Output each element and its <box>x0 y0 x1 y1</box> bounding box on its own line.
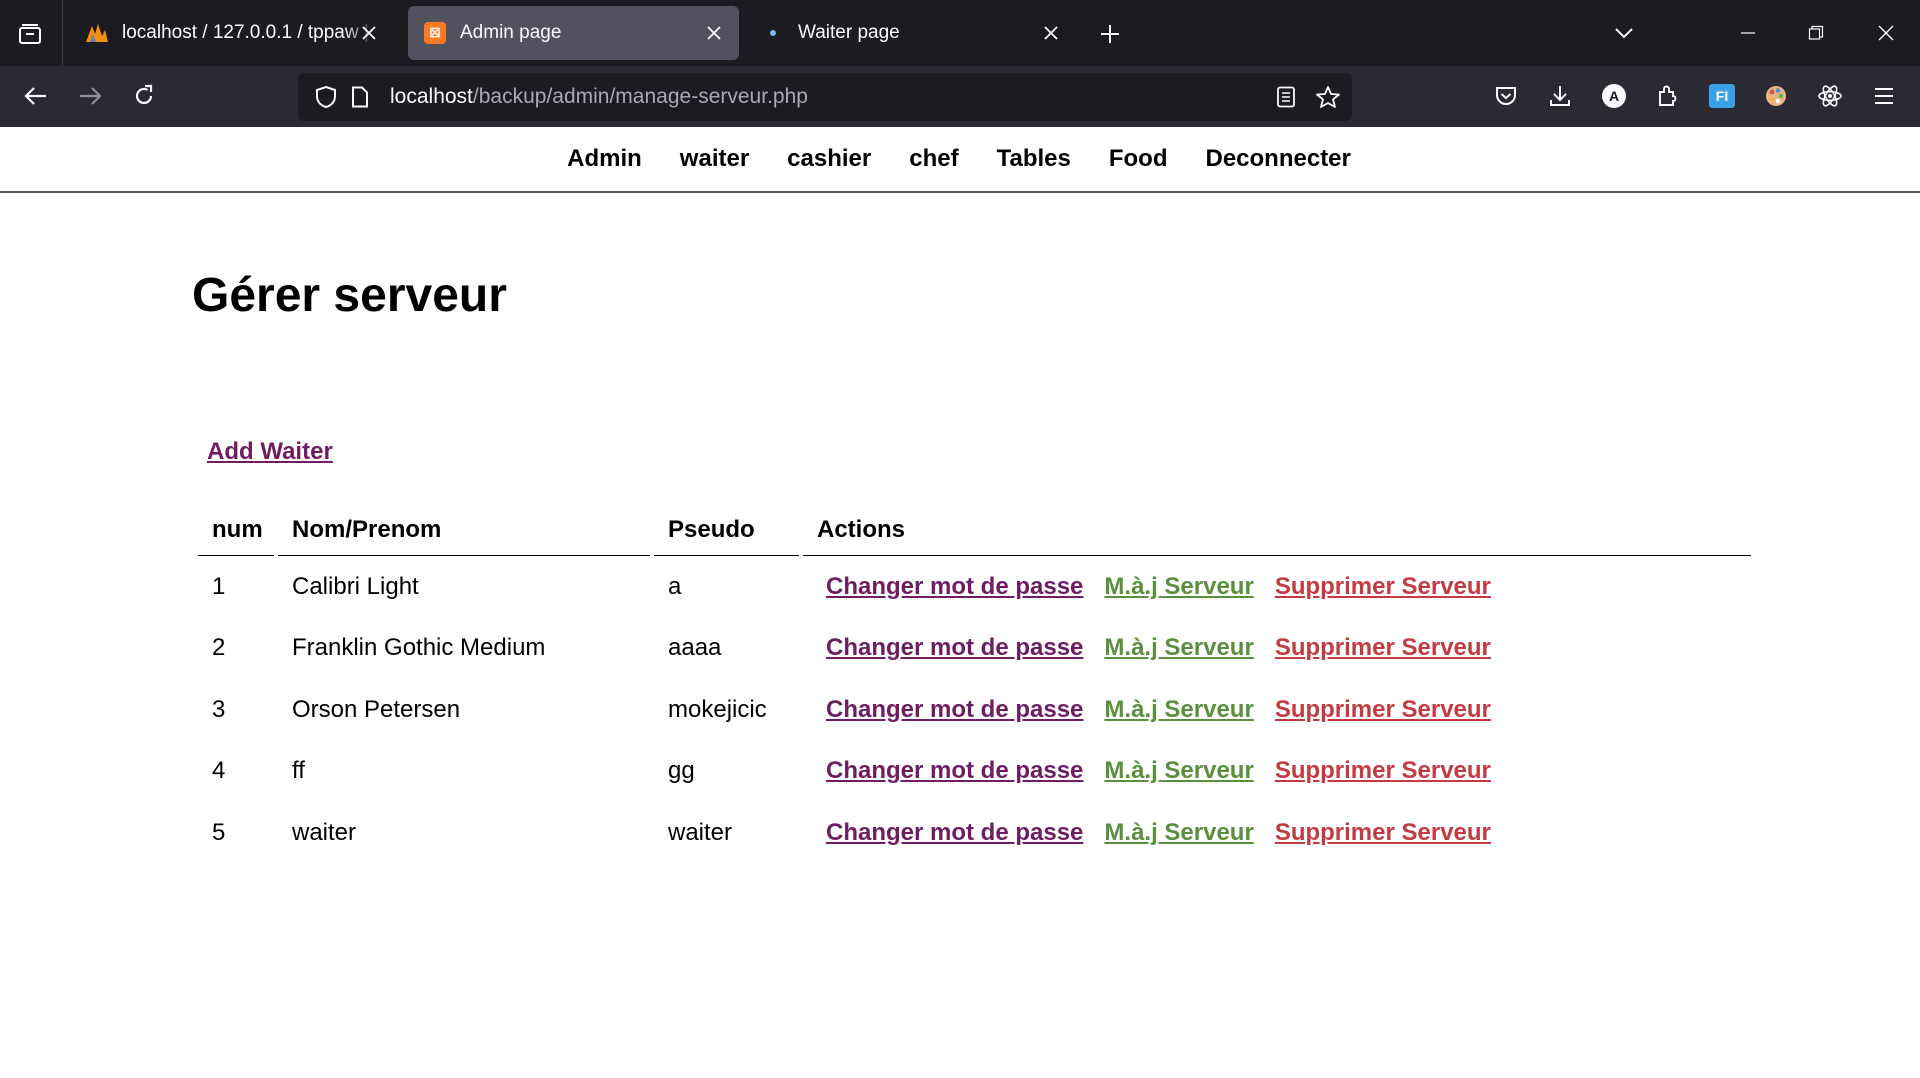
extension-badge: FI <box>1709 84 1735 108</box>
update-waiter-link[interactable]: M.à.j Serveur <box>1104 819 1253 846</box>
cell-actions: Changer mot de passe M.à.j Serveur Supprim… <box>803 802 1751 864</box>
table-row: 5 waiter waiter Changer mot de passe M.à.… <box>198 802 1751 864</box>
update-waiter-link[interactable]: M.à.j Serveur <box>1104 573 1253 600</box>
cell-name: ff <box>292 757 305 785</box>
shield-icon[interactable] <box>308 79 344 115</box>
close-tab-icon[interactable] <box>356 20 382 46</box>
cell-pseudo: a <box>668 572 682 600</box>
cell-actions: Changer mot de passe M.à.j Serveur Supprim… <box>803 741 1751 803</box>
url-text[interactable]: localhost/backup/admin/manage-serveur.ph… <box>390 85 808 109</box>
back-icon[interactable] <box>16 76 56 116</box>
list-all-tabs-icon[interactable] <box>1602 12 1646 54</box>
close-window-icon[interactable] <box>1864 12 1908 54</box>
nav-waiter[interactable]: waiter <box>680 145 749 173</box>
phpmyadmin-icon <box>84 20 110 46</box>
tab-separator <box>62 0 63 66</box>
tab-title: localhost / 127.0.0.1 / tppaw | php <box>122 22 374 43</box>
bookmark-star-icon[interactable] <box>1310 79 1346 115</box>
color-picker-icon[interactable] <box>1756 76 1796 116</box>
delete-waiter-link[interactable]: Supprimer Serveur <box>1275 757 1491 784</box>
update-waiter-link[interactable]: M.à.j Serveur <box>1104 634 1253 661</box>
tab-admin-page[interactable]: ⊠ Admin page <box>408 6 739 60</box>
table-row: 4 ff gg Changer mot de passe M.à.j Serveu… <box>198 741 1751 803</box>
table-row: 2 Franklin Gothic Medium aaaa Changer mo… <box>198 618 1751 680</box>
nav-tables[interactable]: Tables <box>997 145 1071 173</box>
nav-admin[interactable]: Admin <box>567 145 642 173</box>
cell-actions: Changer mot de passe M.à.j Serveur Supprim… <box>803 556 1751 618</box>
cell-pseudo: aaaa <box>668 634 722 662</box>
cell-actions: Changer mot de passe M.à.j Serveur Supprim… <box>803 679 1751 741</box>
xampp-icon: ⊠ <box>422 20 448 46</box>
table-row: 3 Orson Petersen mokejicic Changer mot d… <box>198 679 1751 741</box>
cell-pseudo: mokejicic <box>668 695 767 723</box>
table-header-row: num Nom/Prenom Pseudo Actions <box>198 505 1751 556</box>
header-actions: Actions <box>803 505 1751 556</box>
nav-deconnecter[interactable]: Deconnecter <box>1205 145 1350 173</box>
loading-dot-icon <box>760 20 786 46</box>
forward-icon[interactable] <box>70 76 110 116</box>
pocket-icon[interactable] <box>1486 76 1526 116</box>
avatar-initial: A <box>1602 84 1626 108</box>
url-path: /backup/admin/manage-serveur.php <box>472 85 808 108</box>
cell-num: 1 <box>212 572 226 600</box>
header-num: num <box>198 505 274 556</box>
tab-bar: localhost / 127.0.0.1 / tppaw | php ⊠ Ad… <box>0 0 1920 66</box>
tab-title: Admin page <box>460 22 562 43</box>
close-tab-icon[interactable] <box>1038 20 1064 46</box>
site-nav: Admin waiter cashier chef Tables Food De… <box>0 127 1920 193</box>
cell-num: 3 <box>212 695 226 723</box>
tab-phpmyadmin[interactable]: localhost / 127.0.0.1 / tppaw | php <box>70 6 394 60</box>
delete-waiter-link[interactable]: Supprimer Serveur <box>1275 634 1491 661</box>
header-name: Nom/Prenom <box>278 505 650 556</box>
nav-food[interactable]: Food <box>1109 145 1168 173</box>
update-waiter-link[interactable]: M.à.j Serveur <box>1104 757 1253 784</box>
delete-waiter-link[interactable]: Supprimer Serveur <box>1275 573 1491 600</box>
change-password-link[interactable]: Changer mot de passe <box>826 696 1083 723</box>
restore-icon[interactable] <box>1794 12 1838 54</box>
url-host: localhost <box>390 85 473 108</box>
waiters-table: num Nom/Prenom Pseudo Actions 1 Calibri … <box>194 505 1755 864</box>
cell-num: 4 <box>212 757 226 785</box>
page-icon[interactable] <box>342 79 378 115</box>
extensions-icon[interactable] <box>1648 76 1688 116</box>
extension-fi-icon[interactable]: FI <box>1702 76 1742 116</box>
cell-name: Calibri Light <box>292 572 419 600</box>
tab-list-icon[interactable] <box>8 14 52 54</box>
cell-name: waiter <box>292 818 357 846</box>
close-tab-icon[interactable] <box>701 20 727 46</box>
cell-actions: Changer mot de passe M.à.j Serveur Supprim… <box>803 618 1751 680</box>
update-waiter-link[interactable]: M.à.j Serveur <box>1104 696 1253 723</box>
nav-chef[interactable]: chef <box>909 145 958 173</box>
change-password-link[interactable]: Changer mot de passe <box>826 819 1083 846</box>
url-bar[interactable]: localhost/backup/admin/manage-serveur.ph… <box>298 73 1352 121</box>
header-pseudo: Pseudo <box>654 505 799 556</box>
cell-name: Franklin Gothic Medium <box>292 634 546 662</box>
change-password-link[interactable]: Changer mot de passe <box>826 634 1083 661</box>
reload-icon[interactable] <box>124 76 164 116</box>
downloads-icon[interactable] <box>1540 76 1580 116</box>
change-password-link[interactable]: Changer mot de passe <box>826 757 1083 784</box>
change-password-link[interactable]: Changer mot de passe <box>826 573 1083 600</box>
delete-waiter-link[interactable]: Supprimer Serveur <box>1275 819 1491 846</box>
cell-name: Orson Petersen <box>292 695 461 723</box>
tab-waiter-page[interactable]: Waiter page <box>746 6 1076 60</box>
delete-waiter-link[interactable]: Supprimer Serveur <box>1275 696 1491 723</box>
react-devtools-icon[interactable] <box>1810 76 1850 116</box>
table-row: 1 Calibri Light a Changer mot de passe M.… <box>198 556 1751 618</box>
page-title: Gérer serveur <box>192 269 507 322</box>
minimize-icon[interactable] <box>1726 12 1770 54</box>
app-menu-icon[interactable] <box>1864 76 1904 116</box>
cell-num: 2 <box>212 634 226 662</box>
account-avatar[interactable]: A <box>1594 76 1634 116</box>
add-waiter-link[interactable]: Add Waiter <box>207 438 333 466</box>
cell-pseudo: gg <box>668 757 695 785</box>
tab-title: Waiter page <box>798 22 900 43</box>
browser-toolbar: localhost/backup/admin/manage-serveur.ph… <box>0 66 1920 127</box>
new-tab-button[interactable] <box>1092 16 1128 52</box>
cell-num: 5 <box>212 818 226 846</box>
reader-view-icon[interactable] <box>1268 79 1304 115</box>
cell-pseudo: waiter <box>668 818 733 846</box>
nav-cashier[interactable]: cashier <box>787 145 871 173</box>
